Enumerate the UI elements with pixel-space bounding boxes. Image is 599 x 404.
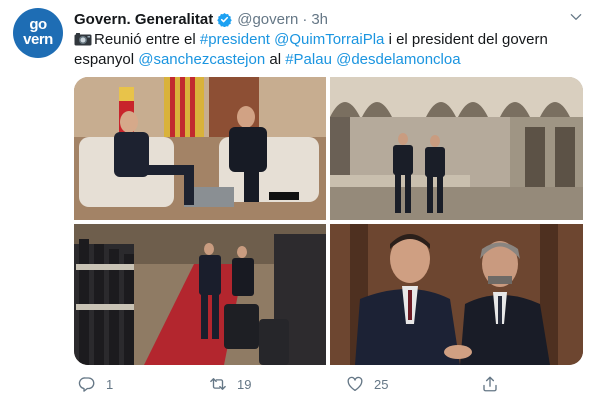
tweet-text-segment: Reunió entre el [94,31,200,48]
like-button[interactable]: 25 [346,372,388,396]
camera-icon [74,33,92,46]
mention-link[interactable]: @QuimTorraiPla [274,31,384,48]
avatar[interactable]: go vern [13,8,63,58]
tweet-text-segment: al [265,51,286,68]
like-count: 25 [374,376,389,392]
retweet-button[interactable]: 19 [209,372,251,396]
share-button[interactable] [481,372,499,396]
tweet-text: Reunió entre el #president @QuimTorraiPl… [74,30,584,70]
avatar-text-bottom: vern [23,31,53,48]
avatar-text-top: go [29,16,47,33]
tweet-actions: 1 19 25 [74,372,524,396]
retweet-icon [210,378,226,390]
chevron-down-icon[interactable] [569,10,583,24]
hashtag-link[interactable]: #Palau [285,51,332,68]
mention-link[interactable]: @sanchezcastejon [138,51,265,68]
heart-icon [347,376,363,392]
reply-icon [78,377,95,392]
separator-dot: · [302,10,308,28]
mention-link[interactable]: @desdelamoncloa [336,51,460,68]
author-handle[interactable]: @govern [237,11,298,28]
photo-handshake[interactable] [330,224,583,365]
tweet-header: Govern. Generalitat @govern · 3h [74,9,328,29]
photo-meeting-seated[interactable] [74,77,326,220]
reply-count: 1 [106,376,114,392]
author-name[interactable]: Govern. Generalitat [74,11,213,28]
hashtag-link[interactable]: #president [200,31,270,48]
share-icon [483,376,497,392]
media-grid[interactable] [74,77,583,365]
retweet-count: 19 [237,376,252,392]
photo-cloister-walk[interactable] [330,77,583,220]
photo-honor-guard[interactable] [74,224,326,365]
tweet[interactable]: go vern Govern. Generalitat @govern · 3h… [0,0,599,404]
reply-button[interactable]: 1 [78,372,113,396]
tweet-body: Reunió entre el #president @QuimTorraiPl… [74,31,548,68]
verified-badge-icon [217,12,232,27]
tweet-timestamp[interactable]: 3h [311,11,328,28]
